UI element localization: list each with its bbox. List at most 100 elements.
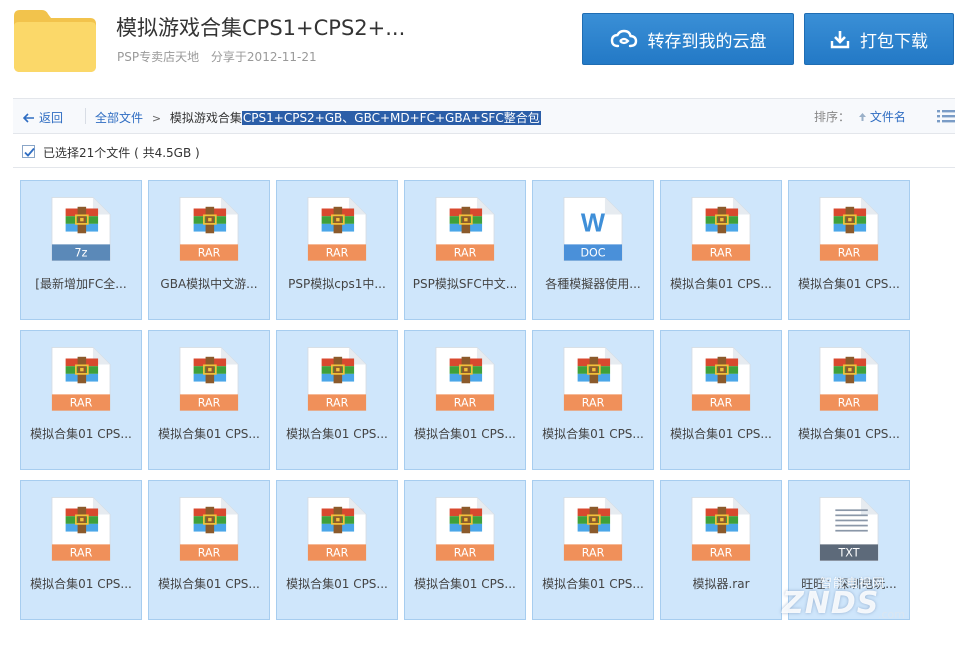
back-label: 返回: [39, 111, 64, 125]
file-type-badge: RAR: [198, 246, 221, 259]
file-tile[interactable]: RAR 模拟合集01 CPS...: [20, 330, 142, 470]
archive-file-icon: RAR: [179, 346, 239, 412]
share-author[interactable]: PSP专卖店天地: [117, 50, 199, 64]
file-tile[interactable]: RAR 模拟合集01 CPS...: [148, 480, 270, 620]
file-type-badge: RAR: [326, 546, 349, 559]
file-type-badge: RAR: [70, 546, 93, 559]
breadcrumb-separator-icon: >: [151, 112, 162, 125]
select-all-checkbox[interactable]: [22, 145, 35, 158]
file-tile[interactable]: RAR PSP模拟cps1中...: [276, 180, 398, 320]
selection-summary: 已选择21个文件 ( 共4.5GB ): [43, 146, 200, 160]
file-tile[interactable]: RAR GBA模拟中文游...: [148, 180, 270, 320]
archive-file-icon: RAR: [819, 346, 879, 412]
breadcrumb-current-text: 模拟游戏合集: [169, 111, 242, 125]
svg-text:W: W: [581, 210, 606, 238]
file-type-badge: RAR: [198, 546, 221, 559]
sort-by-name[interactable]: 文件名: [854, 110, 906, 124]
download-icon: [830, 31, 850, 49]
file-tile[interactable]: W DOC 各種模擬器使用...: [532, 180, 654, 320]
breadcrumb-toolbar: 返回 全部文件 > 模拟游戏合集CPS1+CPS2+GB、GBC+MD+FC+G…: [13, 98, 955, 134]
file-name: 模拟合集01 CPS...: [286, 427, 388, 441]
download-all-label: 打包下载: [860, 31, 928, 52]
archive-file-icon: RAR: [307, 346, 367, 412]
archive-file-icon: RAR: [179, 196, 239, 262]
archive-file-icon: RAR: [691, 196, 751, 262]
file-name: 模拟合集01 CPS...: [414, 427, 516, 441]
checkmark-icon: [24, 147, 35, 157]
archive-file-icon: RAR: [51, 496, 111, 562]
file-tile[interactable]: RAR 模拟合集01 CPS...: [788, 180, 910, 320]
file-type-badge: RAR: [198, 396, 221, 409]
download-all-button[interactable]: 打包下载: [804, 13, 954, 65]
selection-bar: 已选择21个文件 ( 共4.5GB ): [13, 136, 955, 168]
file-type-badge: RAR: [838, 246, 861, 259]
watermark-logo: ZNDS: [782, 586, 880, 621]
save-to-cloud-button[interactable]: 转存到我的云盘: [582, 13, 794, 65]
breadcrumb: 全部文件 > 模拟游戏合集CPS1+CPS2+GB、GBC+MD+FC+GBA+…: [83, 109, 541, 126]
share-meta: PSP专卖店天地 分享于2012-11-21: [117, 48, 325, 65]
archive-file-icon: RAR: [819, 196, 879, 262]
file-type-badge: RAR: [710, 246, 733, 259]
cloud-sync-icon: [610, 29, 637, 48]
archive-file-icon: RAR: [435, 346, 495, 412]
file-name: PSP模拟cps1中...: [288, 277, 386, 291]
site-watermark: 智能电视网 ZNDS .com: [760, 560, 955, 630]
breadcrumb-root[interactable]: 全部文件: [95, 111, 143, 125]
file-tile[interactable]: RAR 模拟合集01 CPS...: [20, 480, 142, 620]
file-tile[interactable]: RAR PSP模拟SFC中文...: [404, 180, 526, 320]
file-type-badge: DOC: [580, 246, 605, 259]
archive-file-icon: RAR: [691, 496, 751, 562]
file-tile[interactable]: RAR 模拟合集01 CPS...: [404, 480, 526, 620]
file-name: 模拟合集01 CPS...: [542, 577, 644, 591]
archive-file-icon: RAR: [307, 496, 367, 562]
file-type-badge: TXT: [838, 546, 860, 559]
file-tile[interactable]: RAR 模拟合集01 CPS...: [276, 480, 398, 620]
file-name: 模拟合集01 CPS...: [158, 577, 260, 591]
file-type-badge: RAR: [326, 246, 349, 259]
file-tile[interactable]: RAR 模拟合集01 CPS...: [788, 330, 910, 470]
archive-file-icon: RAR: [563, 346, 623, 412]
archive-file-icon: RAR: [179, 496, 239, 562]
breadcrumb-current: 模拟游戏合集CPS1+CPS2+GB、GBC+MD+FC+GBA+SFC整合包: [170, 111, 541, 125]
file-tile[interactable]: RAR 模拟合集01 CPS...: [148, 330, 270, 470]
file-tile[interactable]: 7z [最新增加FC全...: [20, 180, 142, 320]
list-view-icon[interactable]: [937, 109, 955, 123]
back-link[interactable]: 返回: [23, 109, 63, 126]
file-name: 模拟合集01 CPS...: [414, 577, 516, 591]
archive-file-icon: RAR: [435, 196, 495, 262]
archive-file-icon: RAR: [307, 196, 367, 262]
file-type-badge: RAR: [454, 246, 477, 259]
file-name: 模拟合集01 CPS...: [542, 427, 644, 441]
sort-up-arrow-icon: [858, 113, 866, 121]
file-name: 模拟合集01 CPS...: [158, 427, 260, 441]
sort-field-label: 文件名: [869, 110, 906, 124]
file-tile[interactable]: RAR 模拟合集01 CPS...: [532, 480, 654, 620]
file-type-badge: RAR: [582, 396, 605, 409]
share-date: 分享于2012-11-21: [210, 50, 317, 64]
file-tile[interactable]: RAR 模拟合集01 CPS...: [660, 330, 782, 470]
file-tile[interactable]: RAR 模拟合集01 CPS...: [532, 330, 654, 470]
file-name: 模拟合集01 CPS...: [30, 577, 132, 591]
file-name: 模拟合集01 CPS...: [670, 277, 772, 291]
archive-file-icon: 7z: [51, 196, 111, 262]
archive-file-icon: RAR: [51, 346, 111, 412]
word-doc-icon: W DOC: [563, 196, 623, 262]
file-type-badge: RAR: [70, 396, 93, 409]
file-type-badge: RAR: [710, 546, 733, 559]
share-header: 模拟游戏合集CPS1+CPS2+... PSP专卖店天地 分享于2012-11-…: [0, 0, 955, 92]
text-file-icon: TXT: [819, 496, 879, 562]
watermark-domain: .com: [878, 608, 905, 621]
sort-control: 排序： 文件名: [814, 108, 906, 125]
file-type-badge: RAR: [454, 546, 477, 559]
file-tile[interactable]: RAR 模拟合集01 CPS...: [404, 330, 526, 470]
file-tile[interactable]: RAR 模拟合集01 CPS...: [660, 180, 782, 320]
file-name: 模拟合集01 CPS...: [798, 277, 900, 291]
share-title: 模拟游戏合集CPS1+CPS2+...: [116, 16, 406, 40]
back-arrow-icon: [23, 112, 34, 123]
file-name: 模拟合集01 CPS...: [30, 427, 132, 441]
file-type-badge: RAR: [582, 546, 605, 559]
file-name: GBA模拟中文游...: [160, 277, 258, 291]
file-type-badge: RAR: [838, 396, 861, 409]
file-tile[interactable]: RAR 模拟合集01 CPS...: [276, 330, 398, 470]
archive-file-icon: RAR: [563, 496, 623, 562]
